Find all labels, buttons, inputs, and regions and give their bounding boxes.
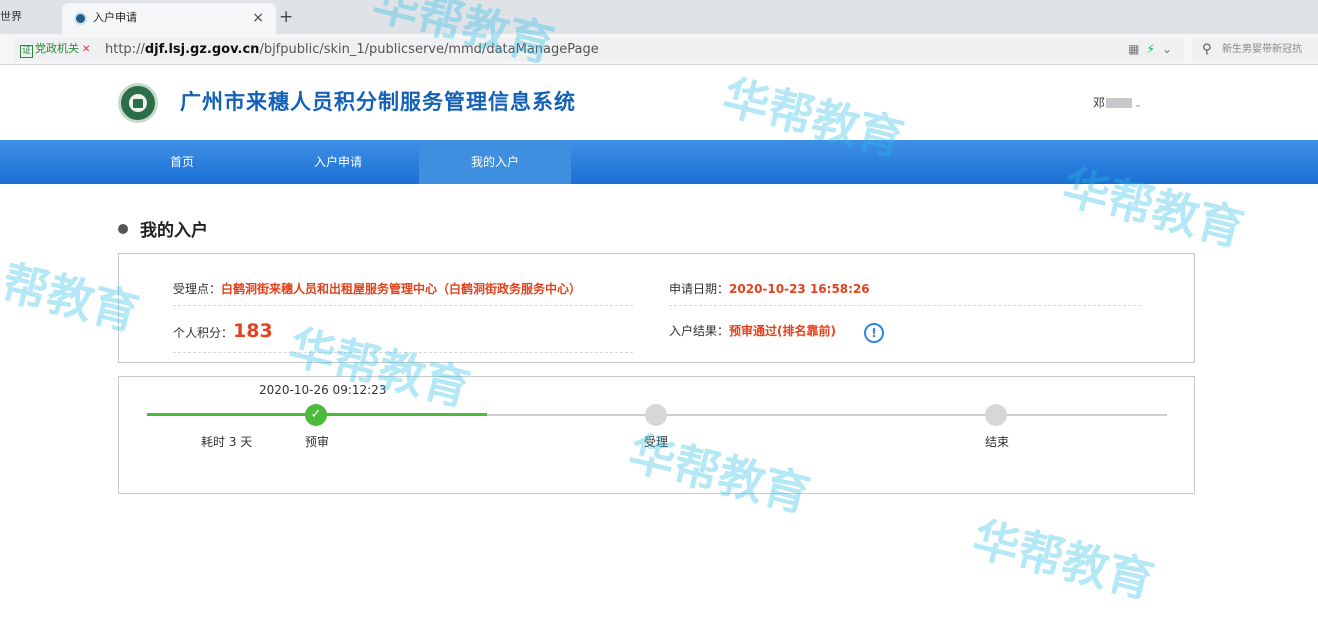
step-label-accept: 受理 (644, 435, 669, 449)
site-header: 广州市来穗人员积分制服务管理信息系统 邓 ⌄ (0, 65, 1318, 140)
insecure-icon: ✕ (82, 44, 91, 55)
site-logo-icon (118, 83, 158, 123)
certificate-badge[interactable]: 证党政机关 ✕ (20, 41, 91, 58)
application-info-card: 受理点：白鹤洞街来穗人员和出租屋服务管理中心（白鹤洞街政务服务中心） 申请日期：… (118, 253, 1195, 363)
site-title: 广州市来穗人员积分制服务管理信息系统 (180, 90, 576, 114)
close-tab-icon[interactable]: × (252, 3, 264, 33)
lightning-icon[interactable]: ⚡ (1147, 42, 1155, 56)
tab-previous[interactable]: 世界 (0, 0, 22, 34)
score-value: 183 (233, 320, 273, 342)
result-value: 预审通过(排名靠前) (729, 324, 836, 338)
step-node-end (985, 404, 1007, 426)
new-tab-icon[interactable]: + (279, 0, 293, 34)
nav-apply[interactable]: 入户申请 (262, 140, 414, 184)
office-row: 受理点：白鹤洞街来穗人员和出租屋服务管理中心（白鹤洞街政务服务中心） (173, 254, 633, 306)
step-timestamp: 2020-10-26 09:12:23 (259, 383, 387, 397)
site-favicon-icon (74, 12, 87, 25)
chevron-down-icon: ⌄ (1134, 100, 1142, 110)
progress-card: 2020-10-26 09:12:23 ✓ 耗时 3 天 预审 受理 结束 (118, 376, 1195, 494)
url-field[interactable]: 证党政机关 ✕ http://djf.lsj.gz.gov.cn/bjfpubli… (14, 38, 1184, 61)
result-label: 入户结果： (669, 324, 730, 338)
user-name: 邓 (1093, 96, 1106, 110)
browser-search-input[interactable]: ⚲ 新生男婴带新冠抗 (1192, 38, 1318, 61)
page-title: 我的入户 (118, 216, 208, 241)
duration-label: 耗时 3 天 (201, 435, 253, 449)
step-label-end: 结束 (985, 435, 1010, 449)
office-value: 白鹤洞街来穗人员和出租屋服务管理中心（白鹤洞街政务服务中心） (221, 282, 582, 296)
date-row: 申请日期：2020-10-23 16:58:26 (669, 254, 1141, 306)
bullet-icon (118, 224, 128, 234)
nav-my-application[interactable]: 我的入户 (419, 140, 571, 184)
certificate-label: 党政机关 (35, 42, 79, 55)
url-domain: djf.lsj.gz.gov.cn (144, 42, 260, 57)
url-text: http://djf.lsj.gz.gov.cn/bjfpublic/skin_… (105, 42, 599, 57)
step-label-pre-review: 预审 (305, 435, 330, 449)
certificate-icon: 证 (20, 45, 33, 58)
tab-active[interactable]: 入户申请 × (62, 3, 276, 34)
address-actions: ▦ ⚡ ⌄ (1128, 38, 1172, 61)
watermark-text: 华帮教育 (967, 511, 1160, 609)
nav-home[interactable]: 首页 (106, 140, 258, 184)
info-icon[interactable]: ! (864, 323, 884, 343)
date-label: 申请日期： (669, 282, 730, 296)
date-value: 2020-10-23 16:58:26 (729, 282, 870, 296)
score-row: 个人积分：183 (173, 306, 633, 353)
browser-address-bar: 证党政机关 ✕ http://djf.lsj.gz.gov.cn/bjfpubli… (0, 34, 1318, 65)
browser-tab-bar: 世界 入户申请 × + (0, 0, 1318, 34)
search-icon: ⚲ (1202, 42, 1212, 57)
chevron-down-icon[interactable]: ⌄ (1162, 42, 1172, 56)
office-label: 受理点： (173, 282, 222, 296)
user-menu[interactable]: 邓 ⌄ (1093, 94, 1142, 111)
url-path: /bjfpublic/skin_1/publicserve/mmd/dataMa… (259, 42, 599, 57)
main-nav: 首页 入户申请 我的入户 (0, 140, 1318, 184)
score-label: 个人积分： (173, 326, 234, 340)
step-node-pre-review: ✓ (305, 404, 327, 426)
step-node-accept (645, 404, 667, 426)
result-row: 入户结果：预审通过(排名靠前)! (669, 320, 884, 343)
tab-title: 入户申请 (93, 11, 137, 24)
search-placeholder: 新生男婴带新冠抗 (1222, 44, 1302, 55)
qr-code-icon[interactable]: ▦ (1128, 42, 1139, 56)
user-name-redacted (1106, 98, 1133, 108)
